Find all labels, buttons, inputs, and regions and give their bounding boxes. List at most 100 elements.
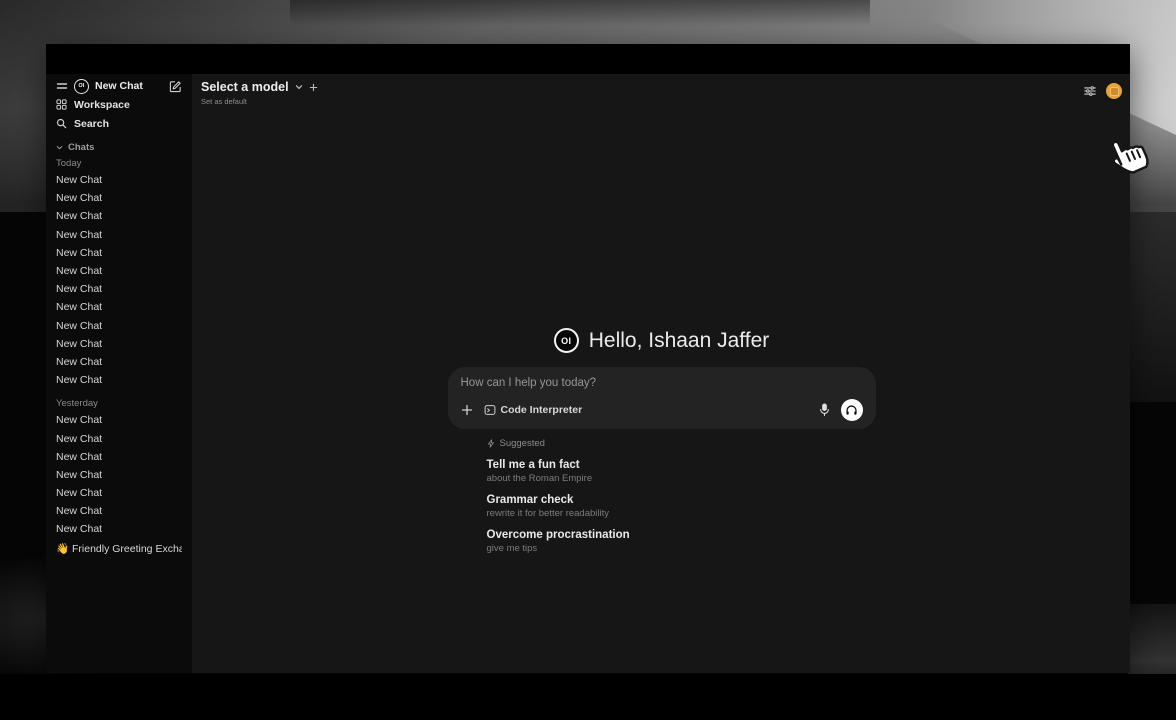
main-topbar: Select a model Set as default xyxy=(193,74,1130,106)
chat-item-label: New Chat xyxy=(56,338,102,350)
suggested-header: Suggested xyxy=(487,438,876,449)
model-selector[interactable]: Select a model xyxy=(201,80,318,94)
suggested-prompt[interactable]: Tell me a fun fact about the Roman Empir… xyxy=(487,459,876,484)
app-window: OI New Chat Workspace Search xyxy=(46,44,1130,673)
chat-item-label: New Chat xyxy=(56,210,102,222)
sidebar-toggle-icon[interactable] xyxy=(56,80,68,92)
chat-list-item[interactable]: New Chat xyxy=(46,244,192,262)
chat-list-item[interactable]: New Chat xyxy=(46,335,192,353)
chat-list-item[interactable]: New Chat xyxy=(46,298,192,316)
sidebar-item-label: Search xyxy=(74,118,109,130)
chat-list-yesterday: New Chat New Chat New Chat New Chat xyxy=(46,411,192,538)
chat-list-item[interactable]: New Chat xyxy=(46,226,192,244)
workspace-grid-icon xyxy=(56,99,67,110)
suggested-list: Tell me a fun fact about the Roman Empir… xyxy=(487,459,876,554)
spark-icon xyxy=(487,439,495,448)
sidebar-title: New Chat xyxy=(95,80,143,92)
suggested-section: Suggested Tell me a fun fact about the R… xyxy=(448,438,876,554)
chat-item-label: New Chat xyxy=(56,247,102,259)
app-logo: OI xyxy=(554,328,579,353)
chats-section-label: Chats xyxy=(68,142,94,153)
suggested-prompt-title: Overcome procrastination xyxy=(487,529,876,541)
chat-item-label: New Chat xyxy=(56,451,102,463)
message-input[interactable]: How can I help you today? Code Interpret… xyxy=(448,367,876,429)
chats-section-header[interactable]: Chats xyxy=(46,140,192,155)
chat-item-label: 👋 Friendly Greeting Exchange xyxy=(56,542,182,555)
suggested-prompt[interactable]: Grammar check rewrite it for better read… xyxy=(487,494,876,519)
avatar-image xyxy=(1110,87,1119,96)
sidebar-item-label: Workspace xyxy=(74,99,130,111)
suggested-label: Suggested xyxy=(500,438,545,449)
microphone-icon[interactable] xyxy=(819,403,830,417)
chat-item-label: New Chat xyxy=(56,356,102,368)
chat-item-label: New Chat xyxy=(56,487,102,499)
greeting-row: OI Hello, Ishaan Jaffer xyxy=(448,328,876,353)
chat-list-item[interactable]: New Chat xyxy=(46,280,192,298)
chat-list-item[interactable]: New Chat xyxy=(46,207,192,225)
settings-sliders-icon[interactable] xyxy=(1083,84,1097,98)
chat-item-label: New Chat xyxy=(56,433,102,445)
chat-list-item[interactable]: New Chat xyxy=(46,502,192,520)
model-selector-label: Select a model xyxy=(201,80,289,94)
add-model-icon[interactable] xyxy=(309,83,318,92)
chat-item-label: New Chat xyxy=(56,320,102,332)
suggested-prompt-title: Tell me a fun fact xyxy=(487,459,876,471)
chat-item-label: New Chat xyxy=(56,414,102,426)
chat-list-item[interactable]: New Chat xyxy=(46,484,192,502)
chat-item-label: New Chat xyxy=(56,265,102,277)
chat-item-label: New Chat xyxy=(56,505,102,517)
user-avatar[interactable] xyxy=(1106,83,1122,99)
desktop-background-shade xyxy=(290,0,870,26)
chat-list-item[interactable]: New Chat xyxy=(46,448,192,466)
chevron-down-icon xyxy=(56,144,63,151)
attach-plus-icon[interactable] xyxy=(461,404,473,416)
chat-list-item[interactable]: New Chat xyxy=(46,371,192,389)
chat-list-item[interactable]: New Chat xyxy=(46,466,192,484)
app-logo: OI xyxy=(74,79,89,94)
suggested-prompt[interactable]: Overcome procrastination give me tips xyxy=(487,529,876,554)
headphones-icon xyxy=(845,404,858,417)
center-stack: OI Hello, Ishaan Jaffer How can I help y… xyxy=(448,328,876,554)
voice-call-button[interactable] xyxy=(841,399,863,421)
chat-list-item[interactable]: New Chat xyxy=(46,317,192,335)
chat-list-item-greeting-exchange[interactable]: 👋 Friendly Greeting Exchange xyxy=(46,540,192,558)
message-input-placeholder: How can I help you today? xyxy=(461,377,863,389)
suggested-prompt-subtitle: about the Roman Empire xyxy=(487,473,876,484)
suggested-prompt-subtitle: give me tips xyxy=(487,543,876,554)
chat-item-label: New Chat xyxy=(56,192,102,204)
chat-group-label-today: Today xyxy=(46,156,192,171)
chat-list-item[interactable]: New Chat xyxy=(46,189,192,207)
chat-list-item[interactable]: New Chat xyxy=(46,411,192,429)
chat-list-item[interactable]: New Chat xyxy=(46,171,192,189)
chat-item-label: New Chat xyxy=(56,174,102,186)
chat-item-label: New Chat xyxy=(56,469,102,481)
search-icon xyxy=(56,118,67,129)
chat-list-item[interactable]: New Chat xyxy=(46,520,192,538)
chevron-down-icon xyxy=(295,83,303,91)
sidebar: OI New Chat Workspace Search xyxy=(46,74,193,673)
sidebar-header: OI New Chat xyxy=(46,77,192,95)
desktop-background-bottom xyxy=(0,674,1176,720)
code-interpreter-icon xyxy=(484,404,496,416)
suggested-prompt-subtitle: rewrite it for better readability xyxy=(487,508,876,519)
chat-item-label: New Chat xyxy=(56,229,102,241)
greeting-text: Hello, Ishaan Jaffer xyxy=(589,329,770,353)
chat-item-label: New Chat xyxy=(56,283,102,295)
chat-item-label: New Chat xyxy=(56,301,102,313)
code-interpreter-toggle[interactable]: Code Interpreter xyxy=(484,404,583,416)
chat-list-item[interactable]: New Chat xyxy=(46,429,192,447)
chat-list-today: New Chat New Chat New Chat New Chat xyxy=(46,171,192,389)
new-chat-icon[interactable] xyxy=(169,80,182,93)
chat-list-item[interactable]: New Chat xyxy=(46,262,192,280)
set-as-default-link[interactable]: Set as default xyxy=(201,97,318,106)
code-interpreter-label: Code Interpreter xyxy=(501,404,583,416)
sidebar-item-workspace[interactable]: Workspace xyxy=(46,95,192,114)
main-panel: Select a model Set as default xyxy=(193,74,1130,673)
chat-item-label: New Chat xyxy=(56,374,102,386)
desktop-background-right xyxy=(1130,212,1176,402)
chat-item-label: New Chat xyxy=(56,523,102,535)
window-titlebar xyxy=(46,44,1130,74)
chat-list-item[interactable]: New Chat xyxy=(46,353,192,371)
chat-group-label-yesterday: Yesterday xyxy=(46,396,192,411)
sidebar-item-search[interactable]: Search xyxy=(46,114,192,133)
